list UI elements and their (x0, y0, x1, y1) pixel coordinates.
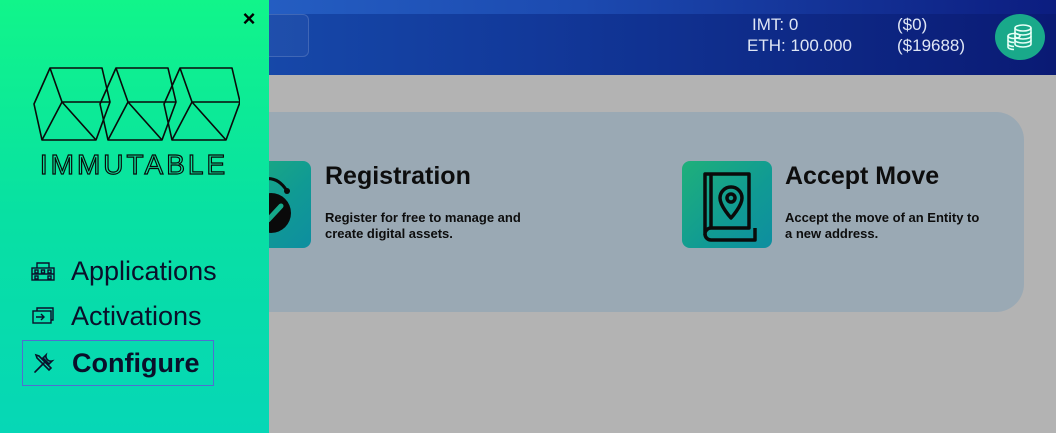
activations-icon (30, 303, 56, 329)
card-desc-accept-move: Accept the move of an Entity to a new ad… (785, 210, 980, 241)
card-desc-registration: Register for free to manage and create d… (325, 210, 521, 241)
logo-text: IMMUTABLE (40, 149, 228, 179)
sidebar-item-activations[interactable]: Activations (22, 293, 222, 339)
sidebar-item-label: Applications (71, 255, 217, 286)
sidebar-item-applications[interactable]: Applications (22, 248, 222, 294)
accept-move-tile[interactable] (682, 161, 772, 248)
eth-balance: ETH: 100.000 (747, 36, 852, 55)
sidebar-item-configure[interactable]: Configure (22, 340, 214, 386)
tools-icon (31, 350, 57, 376)
sidebar-item-label: Activations (71, 300, 202, 331)
close-sidebar-button[interactable]: × (240, 8, 258, 30)
imt-balance: IMT: 0 (752, 15, 799, 34)
sidebar-item-label: Configure (72, 347, 200, 378)
card-title-accept-move: Accept Move (785, 162, 940, 190)
imt-balance-usd: ($0) (897, 15, 928, 34)
coins-icon (1007, 24, 1032, 51)
book-location-icon (703, 171, 757, 242)
applications-icon (30, 258, 56, 284)
wallet-button[interactable] (995, 14, 1045, 60)
eth-balance-usd: ($19688) (897, 36, 966, 55)
immutable-logo: IMMUTABLE (30, 64, 241, 184)
sidebar: × IMMUTABLE Applications Activations Con… (0, 0, 269, 433)
actions-panel: Registration Register for free to manage… (221, 112, 1024, 312)
card-title-registration: Registration (325, 162, 471, 190)
